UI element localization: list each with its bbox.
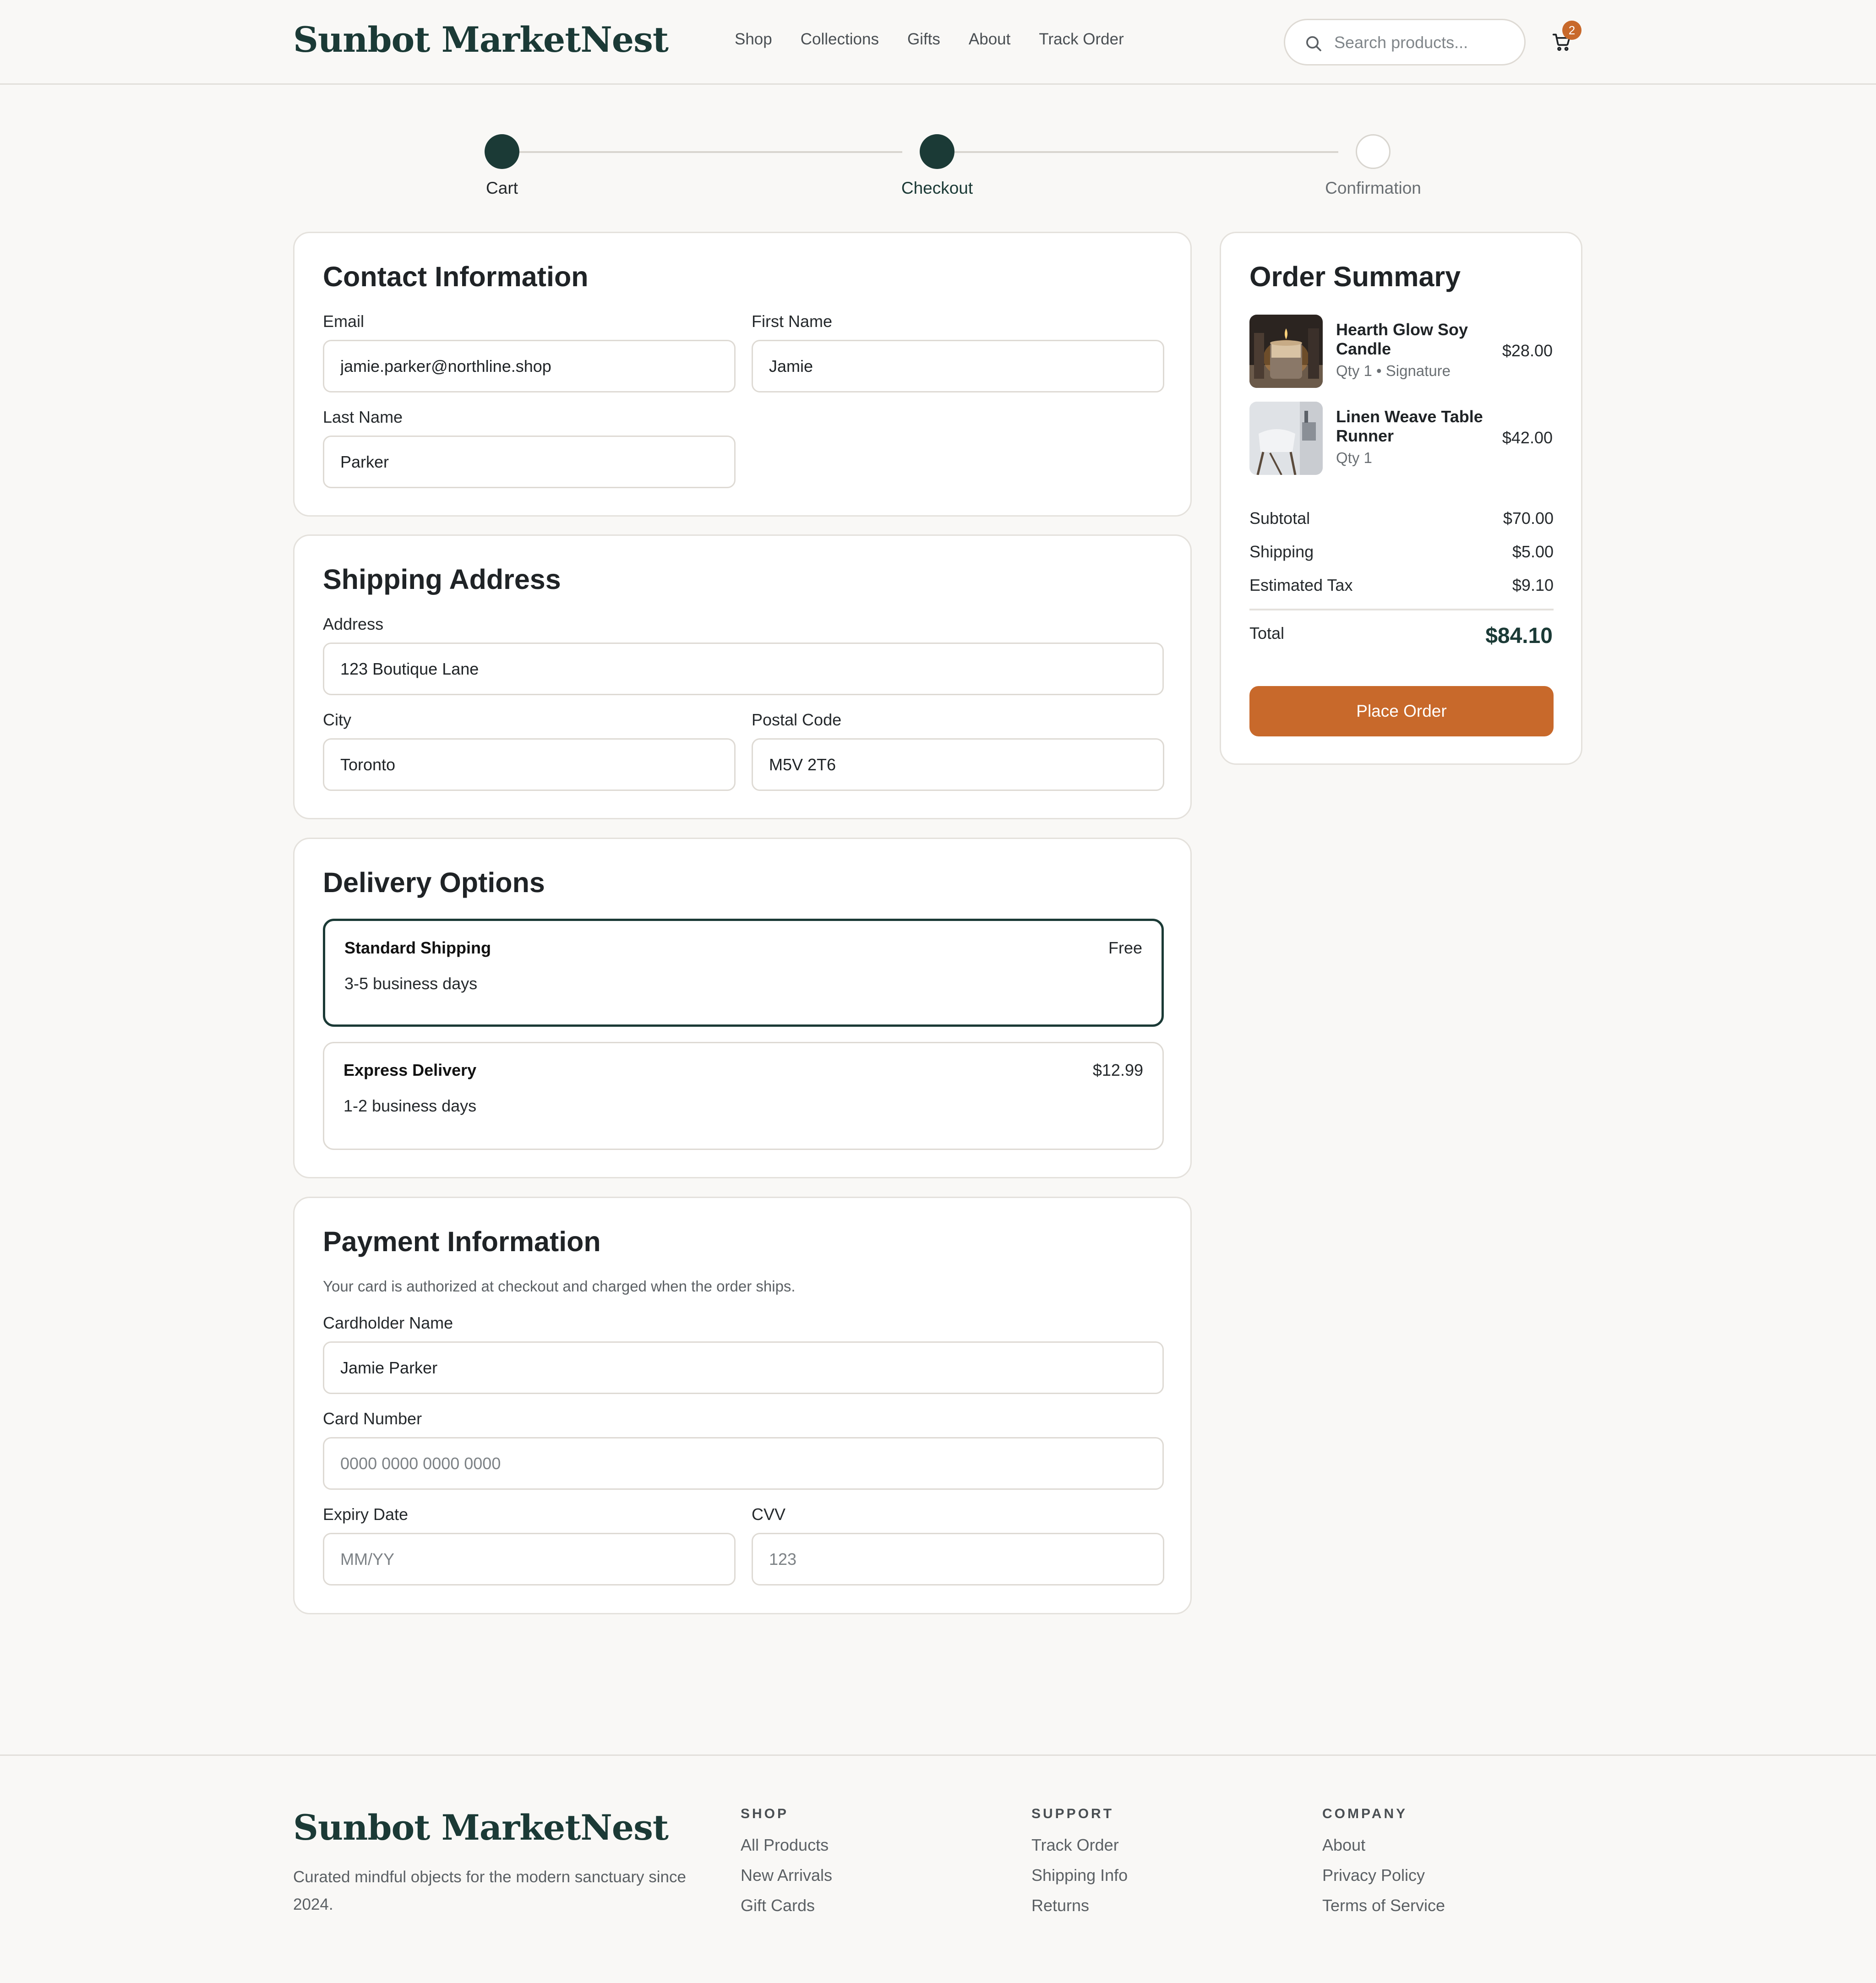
footer-column-support: SUPPORT Track Order Shipping Info Return… [1031, 1806, 1128, 1926]
site-footer: Sunbot MarketNest Curated mindful object… [0, 1754, 1876, 1983]
postal-code-field[interactable] [752, 738, 1164, 791]
payment-information-card: Payment Information Your card is authori… [293, 1197, 1192, 1614]
footer-column-company: COMPANY About Privacy Policy Terms of Se… [1322, 1806, 1445, 1926]
footer-link[interactable]: Returns [1031, 1896, 1128, 1915]
footer-column-shop: SHOP All Products New Arrivals Gift Card… [741, 1806, 832, 1926]
step-connector [502, 151, 902, 153]
brand-logo[interactable]: Sunbot MarketNest [293, 19, 669, 60]
footer-heading: COMPANY [1322, 1806, 1408, 1821]
item-name: Hearth Glow Soy Candle [1336, 320, 1468, 358]
tax-row: Estimated Tax $9.10 [1249, 576, 1554, 595]
payment-note: Your card is authorized at checkout and … [323, 1278, 796, 1295]
subtotal-value: $70.00 [1503, 509, 1554, 528]
first-name-label: First Name [752, 312, 833, 331]
shipping-row: Shipping $5.00 [1249, 542, 1554, 561]
footer-link[interactable]: Terms of Service [1322, 1896, 1445, 1915]
tax-value: $9.10 [1512, 576, 1554, 594]
step-indicator-cart [485, 134, 519, 169]
step-label-cart: Cart [486, 179, 518, 197]
step-connector [954, 151, 1338, 153]
delivery-option-express[interactable]: Express Delivery 1-2 business days $12.9… [323, 1042, 1164, 1150]
table-runner-product-image [1249, 402, 1323, 475]
nav-link-gifts[interactable]: Gifts [907, 30, 940, 49]
expiry-date-label: Expiry Date [323, 1505, 409, 1524]
city-label: City [323, 710, 351, 729]
cardholder-name-field[interactable] [323, 1341, 1164, 1394]
section-title: Delivery Options [323, 867, 545, 898]
footer-heading: SUPPORT [1031, 1806, 1114, 1821]
nav-link-about[interactable]: About [969, 30, 1010, 49]
cvv-field[interactable] [752, 1533, 1164, 1585]
search-box [1284, 19, 1526, 65]
first-name-field[interactable] [752, 340, 1164, 392]
cart-count-badge: 2 [1562, 21, 1582, 40]
delivery-option-price: Free [1108, 938, 1142, 957]
checkout-page: Sunbot MarketNest Shop Collections Gifts… [0, 0, 1876, 1983]
item-meta: Qty 1 • Signature [1336, 362, 1451, 379]
candle-product-image [1249, 315, 1323, 388]
section-title: Order Summary [1249, 261, 1461, 292]
delivery-option-days: 3-5 business days [344, 974, 478, 993]
shipping-address-card: Shipping Address Address City Postal Cod… [293, 534, 1192, 819]
step-indicator-confirmation [1356, 134, 1391, 169]
footer-link[interactable]: All Products [741, 1836, 832, 1855]
footer-link[interactable]: Privacy Policy [1322, 1866, 1445, 1885]
nav-link-collections[interactable]: Collections [801, 30, 879, 49]
subtotal-label: Subtotal [1249, 509, 1310, 528]
delivery-option-standard[interactable]: Standard Shipping 3-5 business days Free [323, 919, 1164, 1027]
email-field[interactable] [323, 340, 736, 392]
card-number-label: Card Number [323, 1409, 422, 1428]
shipping-value: $5.00 [1512, 542, 1554, 561]
cardholder-name-label: Cardholder Name [323, 1313, 453, 1332]
postal-code-label: Postal Code [752, 710, 842, 729]
item-meta: Qty 1 [1336, 449, 1372, 466]
footer-tagline: Curated mindful objects for the modern s… [293, 1868, 686, 1913]
nav-link-track-order[interactable]: Track Order [1039, 30, 1123, 49]
delivery-option-name: Standard Shipping [344, 938, 491, 957]
delivery-option-days: 1-2 business days [344, 1096, 477, 1115]
shipping-label: Shipping [1249, 542, 1314, 561]
search-input[interactable] [1333, 28, 1514, 57]
subtotal-row: Subtotal $70.00 [1249, 509, 1554, 528]
expiry-date-field[interactable] [323, 1533, 736, 1585]
footer-heading: SHOP [741, 1806, 789, 1821]
address-label: Address [323, 615, 384, 633]
section-title: Shipping Address [323, 564, 561, 595]
site-header: Sunbot MarketNest Shop Collections Gifts… [0, 0, 1876, 85]
tax-label: Estimated Tax [1249, 576, 1353, 594]
summary-divider [1249, 609, 1554, 610]
delivery-option-price: $12.99 [1092, 1061, 1143, 1079]
total-label: Total [1249, 624, 1285, 643]
footer-link[interactable]: Gift Cards [741, 1896, 832, 1915]
email-label: Email [323, 312, 365, 331]
search-icon [1306, 36, 1321, 51]
cvv-label: CVV [752, 1505, 786, 1524]
footer-link[interactable]: About [1322, 1836, 1445, 1855]
section-title: Contact Information [323, 261, 589, 292]
last-name-label: Last Name [323, 408, 403, 426]
item-name: Linen Weave Table Runner [1336, 407, 1483, 445]
last-name-field[interactable] [323, 436, 736, 488]
footer-logo[interactable]: Sunbot MarketNest [293, 1807, 669, 1848]
total-value: $84.10 [1485, 624, 1553, 648]
delivery-options-card: Delivery Options Standard Shipping 3-5 b… [293, 838, 1192, 1178]
delivery-option-name: Express Delivery [344, 1061, 477, 1079]
item-price: $42.00 [1502, 428, 1553, 447]
main-nav: Shop Collections Gifts About Track Order [735, 30, 1124, 49]
step-indicator-checkout [920, 134, 954, 169]
footer-link[interactable]: Track Order [1031, 1836, 1128, 1855]
nav-link-shop[interactable]: Shop [735, 30, 772, 49]
order-summary-card: Order Summary Hearth Glow Soy Candle Qty… [1220, 232, 1582, 765]
section-title: Payment Information [323, 1226, 601, 1257]
city-field[interactable] [323, 738, 736, 791]
step-label-checkout: Checkout [901, 179, 973, 197]
step-label-confirmation: Confirmation [1325, 179, 1421, 197]
item-price: $28.00 [1502, 341, 1553, 360]
place-order-button[interactable]: Place Order [1249, 686, 1554, 736]
footer-link[interactable]: New Arrivals [741, 1866, 832, 1885]
footer-link[interactable]: Shipping Info [1031, 1866, 1128, 1885]
address-field[interactable] [323, 643, 1164, 695]
contact-information-card: Contact Information Email First Name Las… [293, 232, 1192, 517]
card-number-field[interactable] [323, 1437, 1164, 1490]
